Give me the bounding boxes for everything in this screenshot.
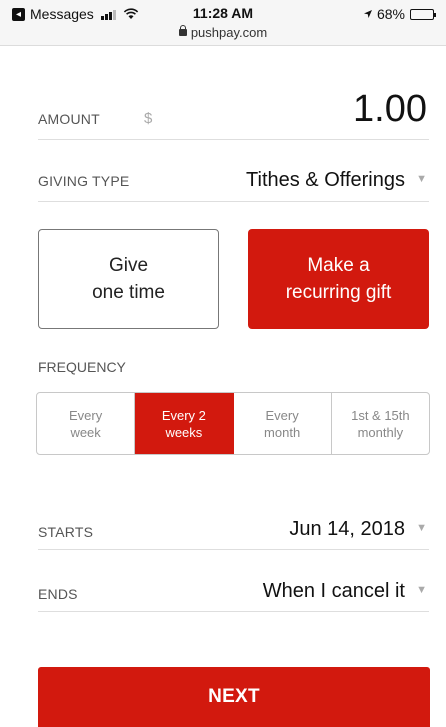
giving-type-label: GIVING TYPE (38, 173, 130, 189)
amount-input[interactable]: 1.00 (353, 88, 427, 131)
starts-label: STARTS (38, 524, 94, 540)
location-arrow-icon (363, 10, 372, 18)
give-one-time-line2: one time (92, 282, 165, 303)
ends-label: ENDS (38, 586, 78, 602)
give-one-time-line1: Give (108, 255, 149, 276)
recurring-gift-line1: Make a (307, 255, 370, 276)
caret-down-icon[interactable]: ▼ (416, 584, 427, 596)
frequency-option-line2: weeks (165, 424, 203, 440)
currency-symbol: $ (144, 110, 153, 127)
giving-type-select[interactable]: GIVING TYPE Tithes & Offerings ▼ (38, 160, 429, 202)
frequency-selector: Every week Every 2 weeks Every month 1st & … (36, 392, 430, 455)
lock-icon (178, 25, 187, 36)
battery-icon (410, 8, 436, 20)
frequency-option-every-week[interactable]: Every week (37, 393, 136, 454)
frequency-label: FREQUENCY (38, 359, 126, 375)
frequency-option-line1: 1st & 15th (351, 407, 410, 423)
amount-label: AMOUNT (38, 111, 100, 127)
ends-value[interactable]: When I cancel it (263, 580, 405, 603)
amount-field[interactable]: AMOUNT $ 1.00 (38, 84, 429, 140)
caret-down-icon[interactable]: ▼ (416, 173, 427, 185)
battery-percent: 68% (376, 6, 405, 22)
url-text: pushpay.com (190, 25, 268, 40)
frequency-option-1st-15th-monthly[interactable]: 1st & 15th monthly (332, 393, 429, 454)
frequency-option-line1: Every (69, 407, 103, 423)
giving-type-value[interactable]: Tithes & Offerings (246, 169, 405, 192)
frequency-option-every-2-weeks[interactable]: Every 2 weeks (135, 393, 234, 454)
give-one-time-button[interactable]: Give one time (38, 229, 219, 329)
frequency-option-line1: Every (265, 407, 299, 423)
starts-value[interactable]: Jun 14, 2018 (289, 518, 405, 541)
status-bar: ◂ Messages 11:28 AM 68% pushpay.com (0, 0, 446, 46)
ends-select[interactable]: ENDS When I cancel it ▼ (38, 570, 429, 612)
frequency-option-line2: monthly (357, 424, 404, 440)
recurring-gift-button[interactable]: Make a recurring gift (248, 229, 429, 329)
starts-date-select[interactable]: STARTS Jun 14, 2018 ▼ (38, 508, 429, 550)
next-button[interactable]: NEXT (38, 667, 430, 727)
caret-down-icon[interactable]: ▼ (416, 522, 427, 534)
address-bar[interactable]: pushpay.com (0, 25, 446, 40)
frequency-option-line2: week (70, 424, 101, 440)
frequency-option-line1: Every 2 (161, 407, 206, 423)
status-right: 68% (363, 6, 436, 22)
frequency-option-every-month[interactable]: Every month (234, 393, 332, 454)
recurring-gift-line2: recurring gift (285, 282, 392, 303)
frequency-option-line2: month (264, 424, 301, 440)
